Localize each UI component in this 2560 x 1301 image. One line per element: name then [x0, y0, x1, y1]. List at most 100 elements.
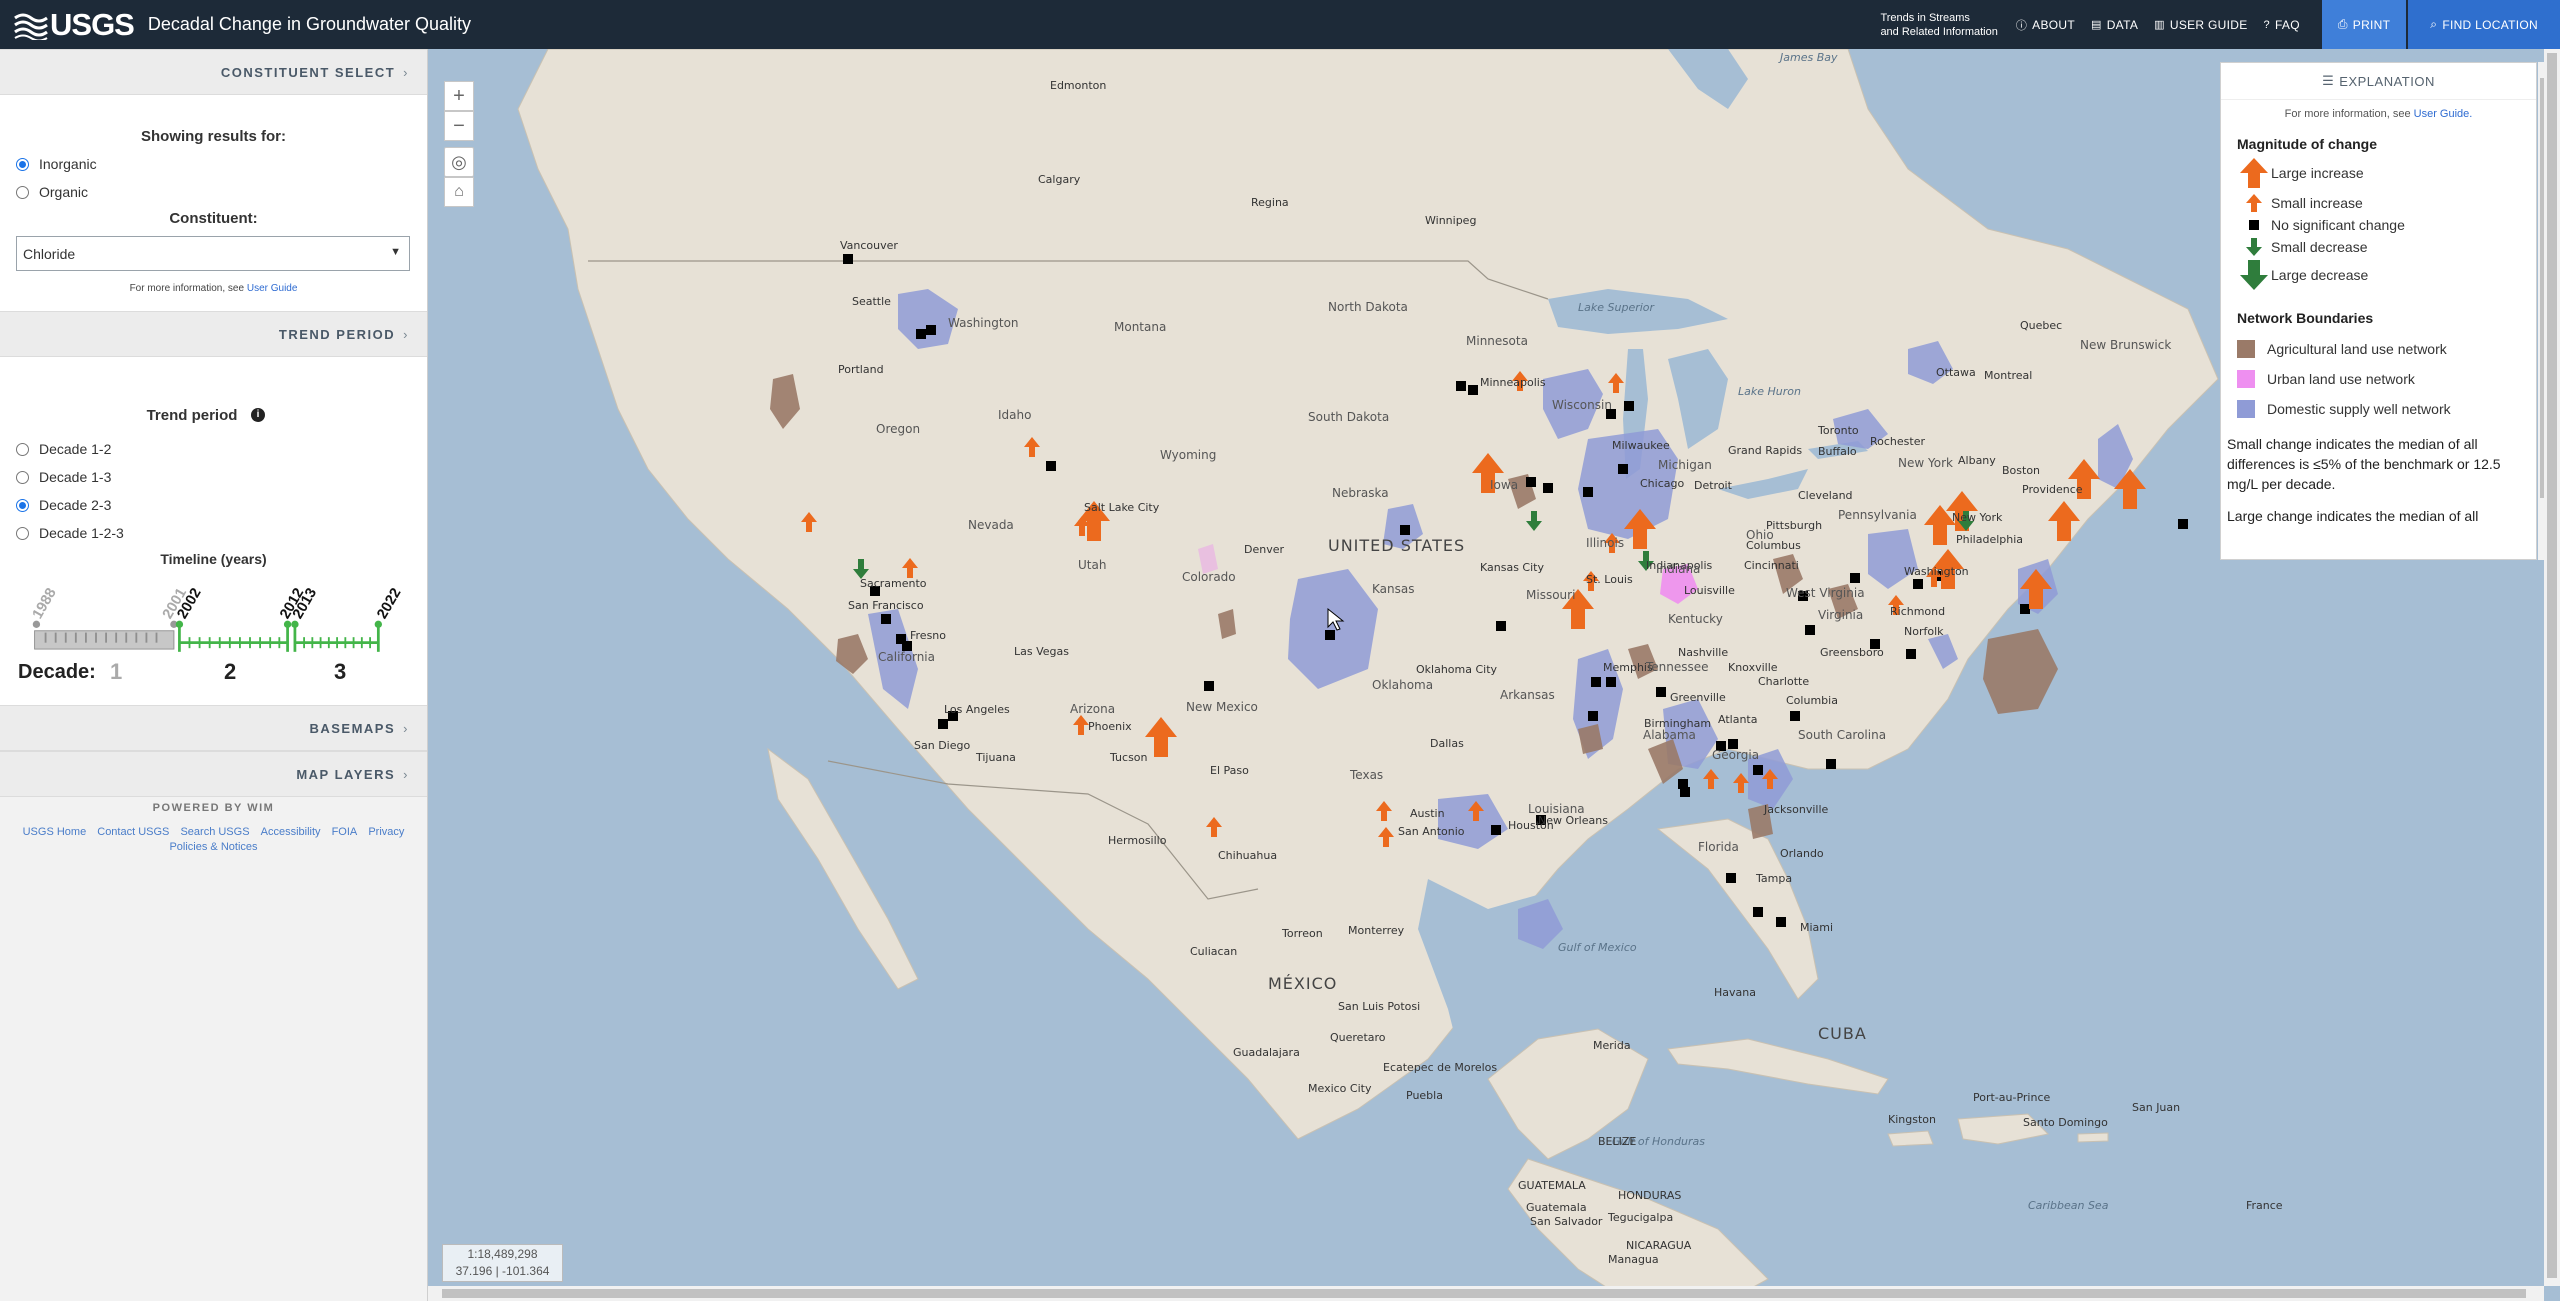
marker-no-change[interactable] — [1790, 711, 1800, 721]
marker-no-change[interactable] — [938, 719, 948, 729]
marker-no-change[interactable] — [2020, 604, 2030, 614]
trend-period-header[interactable]: TREND PERIOD › — [0, 311, 427, 357]
footer-link-privacy[interactable]: Privacy — [368, 826, 404, 838]
home-button[interactable]: ⌂ — [444, 177, 474, 207]
marker-no-change[interactable] — [1325, 630, 1335, 640]
zoom-out-button[interactable]: − — [444, 111, 474, 141]
nav-user-guide[interactable]: ▥ USER GUIDE — [2154, 18, 2247, 32]
marker-no-change[interactable] — [1400, 525, 1410, 535]
nav-faq[interactable]: ? FAQ — [2264, 18, 2300, 32]
radio-organic-button[interactable] — [16, 185, 29, 199]
footer-links: USGS Home Contact USGS Search USGS Acces… — [0, 825, 427, 855]
radio-decade-2-3-button[interactable] — [16, 498, 29, 512]
radio-decade-2-3[interactable]: Decade 2-3 — [16, 497, 111, 513]
marker-no-change[interactable] — [1491, 825, 1501, 835]
marker-no-change[interactable] — [1456, 381, 1466, 391]
legend-header[interactable]: ☰ EXPLANATION — [2221, 63, 2536, 100]
marker-no-change[interactable] — [916, 329, 926, 339]
footer-link-contact[interactable]: Contact USGS — [97, 826, 169, 838]
map-view[interactable]: UNITED STATES MÉXICO CUBA Edmonton Calga… — [428, 49, 2560, 1301]
radio-inorganic-button[interactable] — [16, 157, 29, 171]
map-horizontal-scrollbar[interactable] — [428, 1286, 2544, 1301]
table-icon: ▤ — [2091, 19, 2102, 31]
map-vertical-scrollbar[interactable] — [2544, 49, 2560, 1286]
label-water: Caribbean Sea — [2028, 1199, 2109, 1212]
marker-no-change[interactable] — [1656, 687, 1666, 697]
marker-no-change[interactable] — [1046, 461, 1056, 471]
marker-no-change[interactable] — [1680, 787, 1690, 797]
print-icon: ⎙ — [2337, 17, 2348, 31]
book-icon: ▥ — [2154, 19, 2165, 31]
marker-no-change[interactable] — [2178, 519, 2188, 529]
info-icon[interactable]: i — [251, 408, 265, 422]
label-city: Santo Domingo — [2023, 1116, 2108, 1129]
map-layers-header[interactable]: MAP LAYERS › — [0, 751, 427, 797]
marker-no-change[interactable] — [1850, 573, 1860, 583]
timeline-handle-1988[interactable] — [32, 620, 41, 628]
marker-no-change[interactable] — [1726, 873, 1736, 883]
marker-no-change[interactable] — [1776, 917, 1786, 927]
footer-link-foia[interactable]: FOIA — [332, 826, 358, 838]
marker-no-change[interactable] — [1753, 765, 1763, 775]
radio-decade-1-2-3[interactable]: Decade 1-2-3 — [16, 525, 124, 541]
marker-no-change[interactable] — [1606, 677, 1616, 687]
radio-inorganic[interactable]: Inorganic — [16, 156, 97, 172]
label-city: Columbia — [1786, 694, 1838, 707]
marker-no-change[interactable] — [1204, 681, 1214, 691]
marker-no-change[interactable] — [1906, 649, 1916, 659]
marker-no-change[interactable] — [1618, 464, 1628, 474]
locate-button[interactable]: ◎ — [444, 147, 474, 177]
legend-user-guide-link[interactable]: User Guide. — [2414, 108, 2473, 120]
label-city: Orlando — [1780, 847, 1824, 860]
footer-link-usgs-home[interactable]: USGS Home — [23, 826, 87, 838]
constituent-more-info: For more information, see User Guide — [0, 283, 427, 294]
marker-no-change[interactable] — [1826, 759, 1836, 769]
label-city: San Salvador — [1530, 1215, 1603, 1228]
constituent-select-header[interactable]: CONSTITUENT SELECT › — [0, 49, 427, 95]
print-button[interactable]: ⎙ PRINT — [2321, 0, 2407, 49]
marker-no-change[interactable] — [1805, 625, 1815, 635]
nav-about[interactable]: ⓘ ABOUT — [2016, 17, 2075, 33]
nav-data[interactable]: ▤ DATA — [2091, 18, 2138, 32]
radio-organic[interactable]: Organic — [16, 184, 88, 200]
marker-no-change[interactable] — [1543, 483, 1553, 493]
radio-decade-1-2-button[interactable] — [16, 442, 29, 456]
zoom-in-button[interactable]: + — [444, 81, 474, 111]
marker-no-change[interactable] — [1913, 579, 1923, 589]
marker-no-change[interactable] — [1591, 677, 1601, 687]
footer-link-search[interactable]: Search USGS — [180, 826, 249, 838]
marker-no-change[interactable] — [1588, 711, 1598, 721]
user-guide-link[interactable]: User Guide — [247, 283, 298, 294]
timeline-handle-2002[interactable] — [175, 620, 184, 628]
marker-no-change[interactable] — [926, 325, 936, 335]
footer-link-policies[interactable]: Policies & Notices — [169, 841, 257, 853]
legend-domestic-label: Domestic supply well network — [2267, 401, 2451, 417]
legend-large-increase-label: Large increase — [2271, 165, 2364, 181]
map-vertical-scrollbar-thumb[interactable] — [2547, 53, 2557, 1278]
marker-no-change[interactable] — [881, 614, 891, 624]
constituent-dropdown[interactable]: Chloride ▼ — [16, 236, 410, 271]
find-location-button[interactable]: ⌕ FIND LOCATION — [2408, 0, 2560, 49]
radio-decade-1-3-button[interactable] — [16, 470, 29, 484]
marker-no-change[interactable] — [1753, 907, 1763, 917]
marker-no-change[interactable] — [1496, 621, 1506, 631]
timeline-handle-2022[interactable] — [374, 620, 382, 628]
radio-decade-1-3[interactable]: Decade 1-3 — [16, 469, 111, 485]
timeline-year-1988: 1988 — [30, 586, 60, 622]
marker-no-change[interactable] — [1526, 477, 1536, 487]
label-state: Wisconsin — [1552, 398, 1612, 412]
trends-link[interactable]: Trends in Streams and Related Informatio… — [1880, 11, 1997, 39]
marker-no-change[interactable] — [1624, 401, 1634, 411]
footer-link-accessibility[interactable]: Accessibility — [261, 826, 321, 838]
map-horizontal-scrollbar-thumb[interactable] — [442, 1289, 2526, 1298]
info-icon: ⓘ — [2015, 19, 2028, 32]
timeline-handle-2013[interactable] — [291, 620, 299, 628]
usgs-logo[interactable]: USGS — [14, 0, 135, 49]
marker-no-change[interactable] — [1583, 487, 1593, 497]
marker-no-change[interactable] — [843, 254, 853, 264]
label-city: Puebla — [1406, 1089, 1443, 1102]
radio-decade-1-2-3-button[interactable] — [16, 526, 29, 540]
radio-decade-1-2[interactable]: Decade 1-2 — [16, 441, 111, 457]
marker-no-change[interactable] — [1468, 385, 1478, 395]
basemaps-header[interactable]: BASEMAPS › — [0, 705, 427, 751]
